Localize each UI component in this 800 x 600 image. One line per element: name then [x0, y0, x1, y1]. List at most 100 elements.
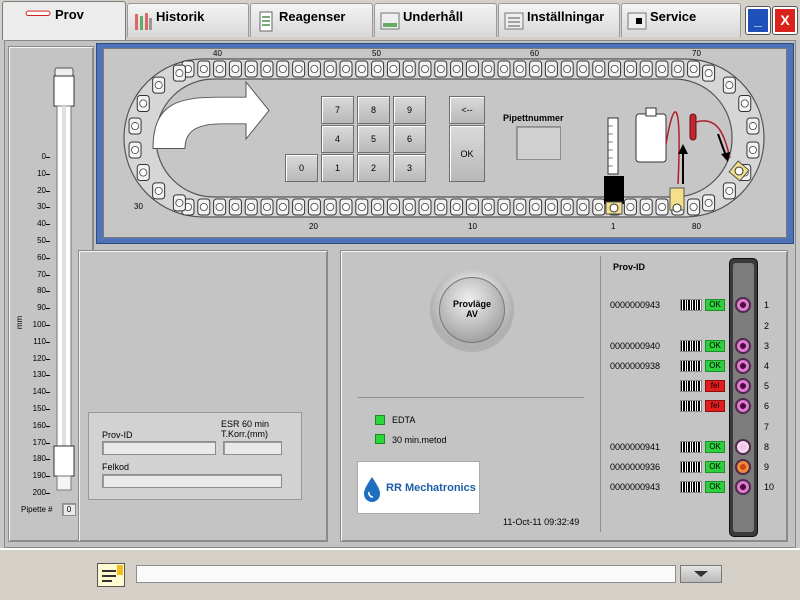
carousel-slot	[481, 60, 495, 78]
carousel-slot	[544, 198, 558, 216]
carousel-slot	[244, 198, 258, 216]
tube-icon	[25, 10, 51, 16]
tube-cap-icon[interactable]	[735, 358, 751, 374]
carousel-slot	[339, 60, 353, 78]
rack-sample-id: 0000000936	[610, 462, 661, 472]
carousel-slot	[136, 95, 150, 112]
rack-slot-number: 1	[764, 300, 770, 310]
carousel-slot	[152, 76, 166, 94]
barcode-icon	[680, 461, 702, 473]
rack-status-badge: OK	[705, 481, 725, 493]
ok-button[interactable]: OK	[449, 125, 485, 182]
key-2[interactable]: 2	[357, 154, 390, 182]
tube-cap-icon[interactable]	[735, 378, 751, 394]
tab-underhall[interactable]: Underhåll	[374, 3, 497, 37]
carousel-slot	[529, 60, 543, 78]
gauge-tick	[46, 459, 50, 461]
carousel-slot	[228, 198, 242, 216]
gauge-tick-label: 150	[32, 404, 46, 413]
tube-cap-icon[interactable]	[735, 459, 751, 475]
gauge-tick-label: 100	[32, 320, 46, 329]
felkod-field	[102, 474, 282, 488]
rack-status-badge: OK	[705, 340, 725, 352]
gauge-tick-label: 40	[37, 219, 46, 229]
tube-cap-icon[interactable]	[735, 338, 751, 354]
key-4[interactable]: 4	[321, 125, 354, 153]
gauge-tick	[46, 190, 50, 192]
tab-historik[interactable]: Historik	[127, 3, 249, 37]
carousel-slot	[465, 198, 479, 216]
tab-label: Service	[650, 9, 697, 24]
tube-cap-icon[interactable]	[735, 297, 751, 313]
carousel-slot	[307, 60, 321, 78]
gauge-tick	[46, 308, 50, 310]
tab-label: Inställningar	[527, 9, 605, 24]
gauge-tick-label: 70	[37, 269, 46, 279]
carousel-slot	[402, 198, 416, 216]
gauge-tick-label: 10	[37, 168, 46, 178]
gauge-tick	[46, 375, 50, 377]
rack-sample-id: 0000000943	[610, 300, 661, 310]
scale-label: 40	[213, 49, 222, 58]
carousel-slot	[260, 60, 274, 78]
key-3[interactable]: 3	[393, 154, 426, 182]
key-1[interactable]: 1	[321, 154, 354, 182]
tab-service[interactable]: Service	[621, 3, 741, 37]
tube-cap-icon[interactable]	[735, 439, 751, 455]
carousel-slot	[402, 60, 416, 78]
key-5[interactable]: 5	[357, 125, 390, 153]
edta-label: EDTA	[392, 415, 416, 425]
tube-cap-icon[interactable]	[735, 398, 751, 414]
dropdown-button[interactable]	[680, 565, 722, 583]
carousel-slot	[228, 60, 242, 78]
mode-toggle-button[interactable]: Provläge AV	[439, 277, 505, 343]
key-0[interactable]: 0	[285, 154, 318, 182]
carousel-slot	[655, 60, 669, 78]
message-input[interactable]	[136, 565, 676, 583]
key-9[interactable]: 9	[393, 96, 426, 124]
tab-reagenser[interactable]: Reagenser	[250, 3, 373, 37]
pipette-number-field: 0	[62, 503, 76, 516]
rack-slot-number: 8	[764, 442, 770, 452]
carousel-slot	[323, 198, 337, 216]
tab-prov[interactable]: Prov	[2, 1, 126, 40]
mode-state: AV	[466, 309, 478, 319]
prov-id-field	[102, 441, 216, 455]
datetime: 11-Oct-11 09:32:49	[503, 517, 580, 527]
carousel-slot	[592, 60, 606, 78]
carousel-slot	[323, 60, 337, 78]
carousel-slot	[434, 198, 448, 216]
pipette-tube-graphic	[53, 67, 75, 491]
key-7[interactable]: 7	[321, 96, 354, 124]
tube-cap-icon[interactable]	[735, 479, 751, 495]
minimize-button[interactable]: _	[746, 7, 770, 34]
notes-icon[interactable]	[97, 563, 125, 587]
rack-slot-number: 5	[764, 381, 770, 391]
carousel-slot	[513, 60, 527, 78]
gauge-tick	[46, 274, 50, 276]
gauge-tick-label: 90	[37, 303, 46, 313]
carousel-slot	[529, 198, 543, 216]
carousel-slot	[608, 60, 622, 78]
carousel-slot	[339, 198, 353, 216]
carousel-slot	[481, 198, 495, 216]
carousel-slot	[702, 64, 716, 82]
settings-icon	[504, 12, 524, 30]
mode-label: Provläge	[452, 299, 492, 309]
key-8[interactable]: 8	[357, 96, 390, 124]
key-6[interactable]: 6	[393, 125, 426, 153]
barcode-icon	[680, 360, 702, 372]
gauge-tick-label: 20	[37, 185, 46, 195]
tab-installningar[interactable]: Inställningar	[498, 3, 620, 37]
rack-sample-id: 0000000940	[610, 341, 661, 351]
barcode-icon	[680, 340, 702, 352]
gauge-tick-label: 160	[32, 420, 46, 430]
carousel-slot	[576, 198, 590, 216]
scale-label: 20	[309, 222, 318, 231]
separator	[358, 397, 584, 398]
company-logo: RR Mechatronics	[357, 461, 480, 514]
rack-slot-number: 4	[764, 361, 770, 371]
close-button[interactable]: X	[773, 7, 797, 34]
backspace-button[interactable]: <--	[449, 96, 485, 124]
pipette-label: Pipette #	[21, 505, 53, 514]
